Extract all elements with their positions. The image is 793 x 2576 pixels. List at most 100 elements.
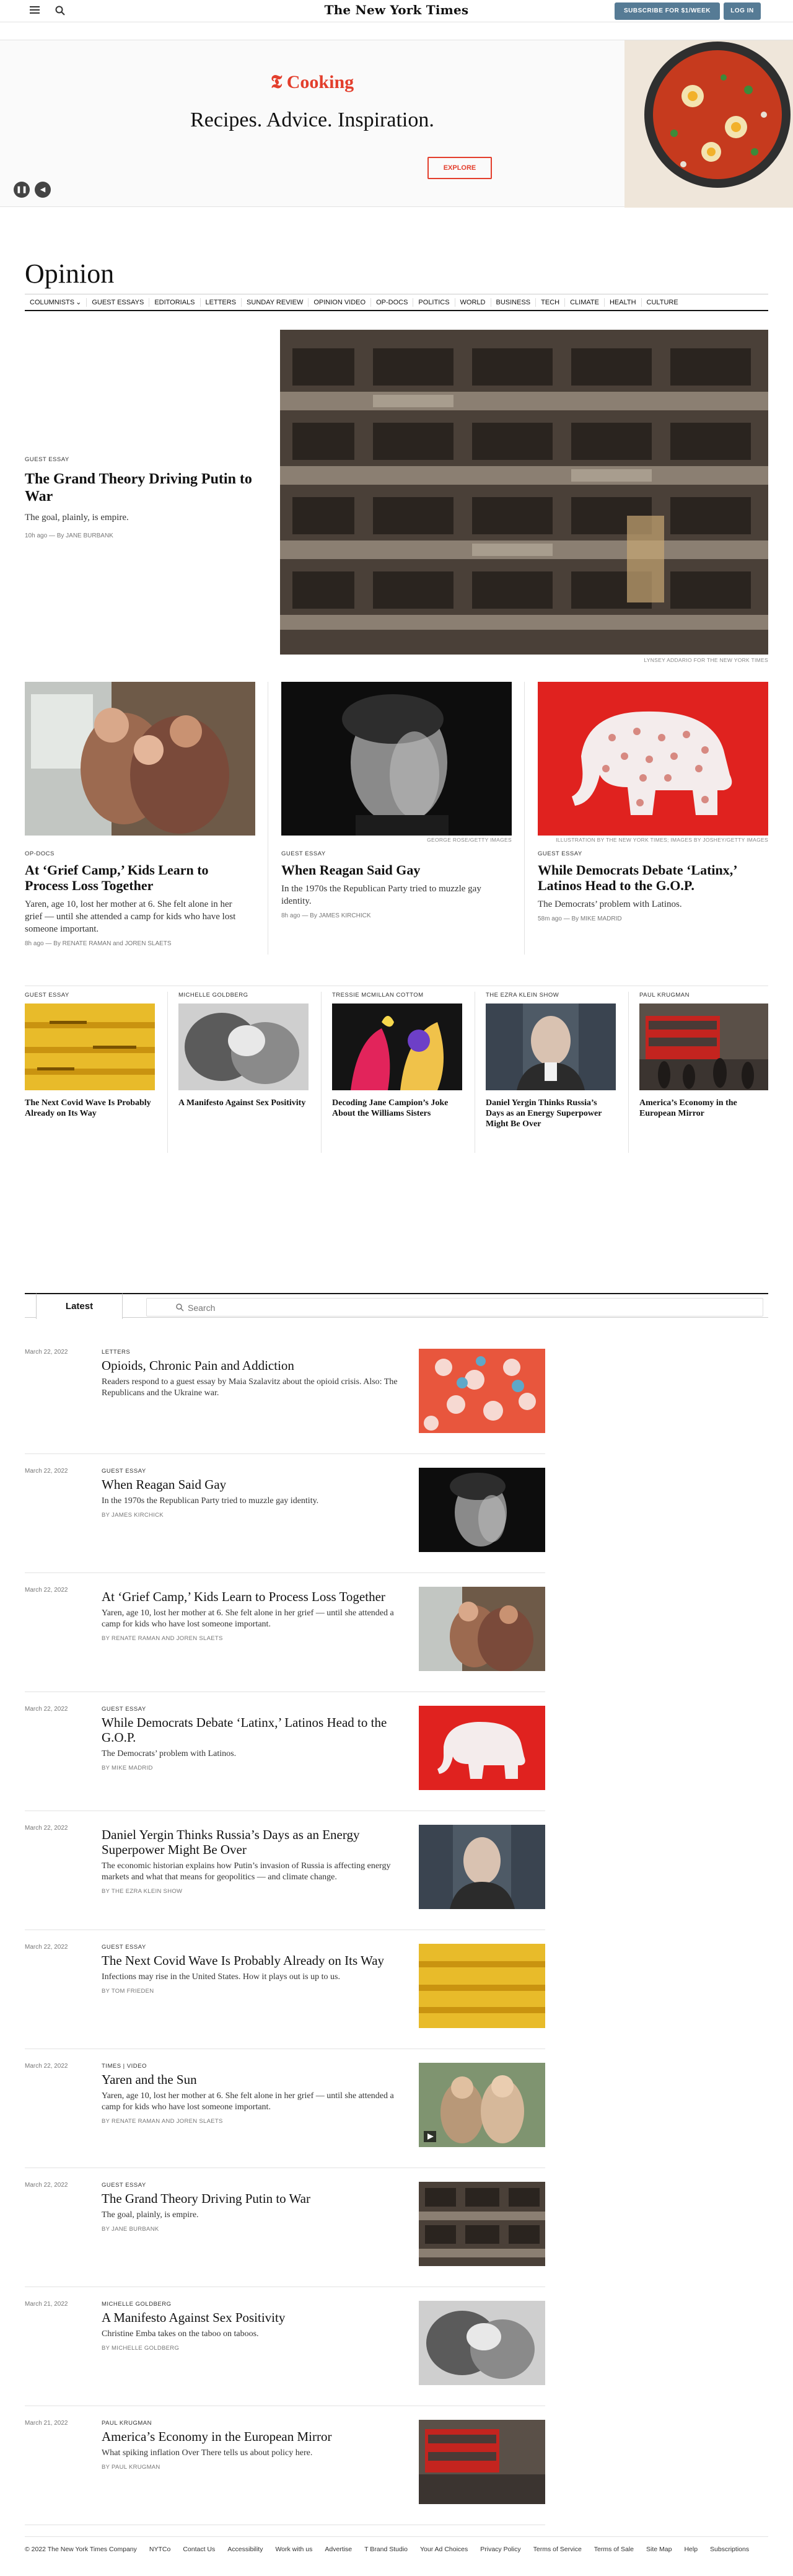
- reagan-thumb[interactable]: [419, 1468, 545, 1552]
- european-mirror-thumb[interactable]: [419, 2420, 545, 2504]
- european-street-image: [639, 1003, 768, 1090]
- latest-list-item[interactable]: March 22, 2022 At ‘Grief Camp,’ Kids Lea…: [25, 1587, 545, 1692]
- lead-image[interactable]: [280, 330, 768, 655]
- story-headline[interactable]: While Democrats Debate ‘Latinx,’ Latinos…: [538, 862, 768, 893]
- opioids-image[interactable]: [419, 1349, 545, 1433]
- footer-link[interactable]: Accessibility: [227, 2546, 263, 2553]
- story-headline[interactable]: At ‘Grief Camp,’ Kids Learn to Process L…: [25, 862, 255, 893]
- covid-thumb[interactable]: [419, 1944, 545, 2028]
- item-headline[interactable]: America’s Economy in the European Mirror: [102, 2429, 411, 2444]
- latest-list-item[interactable]: March 22, 2022 GUEST ESSAY While Democra…: [25, 1706, 545, 1811]
- subnav-item[interactable]: POLITICS: [413, 298, 455, 307]
- yaren-video-thumb[interactable]: [419, 2063, 545, 2147]
- subnav-item[interactable]: HEALTH: [605, 298, 642, 307]
- footer-link[interactable]: Contact Us: [183, 2546, 215, 2553]
- pause-icon[interactable]: ❚❚: [14, 182, 30, 198]
- subnav-item[interactable]: EDITORIALS: [149, 298, 201, 307]
- column-divider: [321, 992, 322, 1153]
- footer-link[interactable]: Help: [684, 2546, 698, 2553]
- latest-list-item[interactable]: March 22, 2022 GUEST ESSAY When Reagan S…: [25, 1468, 545, 1573]
- subnav-item[interactable]: GUEST ESSAYS: [87, 298, 150, 307]
- column-story-3[interactable]: TRESSIE McMILLAN COTTOM Decoding Jane Ca…: [332, 992, 462, 1119]
- latest-search-input[interactable]: [188, 1301, 497, 1315]
- item-headline[interactable]: Opioids, Chronic Pain and Addiction: [102, 1358, 411, 1373]
- item-headline[interactable]: The Next Covid Wave Is Probably Already …: [102, 1953, 411, 1968]
- column-headline[interactable]: The Next Covid Wave Is Probably Already …: [25, 1098, 155, 1119]
- footer-link[interactable]: Privacy Policy: [480, 2546, 520, 2553]
- campion-illustration: [332, 1003, 462, 1090]
- item-headline[interactable]: At ‘Grief Camp,’ Kids Learn to Process L…: [102, 1589, 411, 1604]
- subnav-item[interactable]: OPINION VIDEO: [309, 298, 372, 307]
- gop-elephant-image[interactable]: [538, 682, 768, 836]
- column-headline[interactable]: A Manifesto Against Sex Positivity: [178, 1098, 309, 1108]
- column-story-2[interactable]: MICHELLE GOLDBERG A Manifesto Against Se…: [178, 992, 309, 1108]
- latest-list-item[interactable]: March 22, 2022 LETTERS Opioids, Chronic …: [25, 1349, 545, 1454]
- elephant-thumb[interactable]: [419, 1706, 545, 1790]
- lead-story-text[interactable]: GUEST ESSAY The Grand Theory Driving Put…: [25, 456, 260, 539]
- cooking-ad[interactable]: 𝕿 Cooking Recipes. Advice. Inspiration. …: [0, 40, 793, 208]
- footer-link[interactable]: Your Ad Choices: [420, 2546, 468, 2553]
- grief-camp-image[interactable]: [25, 682, 255, 836]
- item-headline[interactable]: The Grand Theory Driving Putin to War: [102, 2191, 411, 2206]
- item-byline: By RENATE RAMAN and JOREN SLAETS: [102, 1635, 223, 1642]
- subnav-item-columnists[interactable]: COLUMNISTS: [25, 298, 79, 307]
- subnav-item[interactable]: SUNDAY REVIEW: [242, 298, 309, 307]
- subnav-item[interactable]: CULTURE: [642, 298, 683, 307]
- subnav-item[interactable]: WORLD: [455, 298, 491, 307]
- sex-positivity-image: [178, 1003, 309, 1090]
- subnav-item[interactable]: LETTERS: [201, 298, 242, 307]
- footer-link[interactable]: Terms of Sale: [594, 2546, 634, 2553]
- story-headline[interactable]: When Reagan Said Gay: [281, 862, 512, 878]
- subnav-item[interactable]: CLIMATE: [565, 298, 605, 307]
- tab-latest[interactable]: Latest: [36, 1293, 123, 1319]
- footer-link[interactable]: Advertise: [325, 2546, 352, 2553]
- column-story-1[interactable]: GUEST ESSAY The Next Covid Wave Is Proba…: [25, 992, 155, 1119]
- latest-list-item[interactable]: March 22, 2022 GUEST ESSAY The Grand The…: [25, 2182, 545, 2287]
- mute-icon[interactable]: ◀: [35, 182, 51, 198]
- footer-link[interactable]: T Brand Studio: [364, 2546, 408, 2553]
- column-story-4[interactable]: THE EZRA KLEIN SHOW Daniel Yergin Thinks…: [486, 992, 616, 1129]
- sex-positivity-thumb[interactable]: [419, 2301, 545, 2385]
- ad-explore-button[interactable]: EXPLORE: [427, 157, 492, 179]
- secondary-story-2[interactable]: GUEST ESSAY When Reagan Said Gay In the …: [281, 850, 512, 919]
- latest-list-item[interactable]: March 22, 2022 Daniel Yergin Thinks Russ…: [25, 1825, 545, 1930]
- secondary-story-3[interactable]: GUEST ESSAY While Democrats Debate ‘Lati…: [538, 850, 768, 922]
- item-kicker: GUEST ESSAY: [102, 1706, 146, 1713]
- footer-link[interactable]: Work with us: [275, 2546, 312, 2553]
- item-summary: The goal, plainly, is empire.: [102, 2210, 199, 2220]
- reagan-image[interactable]: [281, 682, 512, 836]
- latest-list-item[interactable]: March 22, 2022 GUEST ESSAY The Next Covi…: [25, 1944, 545, 2049]
- latest-list-item[interactable]: March 22, 2022 Times | VIDEO Yaren and t…: [25, 2063, 545, 2168]
- latest-list-item[interactable]: March 21, 2022 PAUL KRUGMAN America’s Ec…: [25, 2420, 545, 2525]
- subnav-item[interactable]: BUSINESS: [491, 298, 537, 307]
- item-headline[interactable]: When Reagan Said Gay: [102, 1477, 411, 1492]
- yergin-thumb[interactable]: [419, 1825, 545, 1909]
- item-headline[interactable]: While Democrats Debate ‘Latinx,’ Latinos…: [102, 1715, 411, 1745]
- subnav-item[interactable]: OP-DOCS: [371, 298, 414, 307]
- footer-link[interactable]: NYTCo: [149, 2546, 170, 2553]
- login-button[interactable]: LOG IN: [724, 2, 761, 20]
- column-kicker: THE EZRA KLEIN SHOW: [486, 992, 559, 999]
- item-headline[interactable]: Yaren and the Sun: [102, 2072, 411, 2087]
- footer-link[interactable]: Terms of Service: [533, 2546, 582, 2553]
- column-headline[interactable]: Decoding Jane Campion’s Joke About the W…: [332, 1098, 462, 1119]
- subnav-item[interactable]: TECH: [536, 298, 566, 307]
- chevron-down-icon[interactable]: ⌄: [74, 298, 87, 307]
- footer-link[interactable]: Subscriptions: [710, 2546, 749, 2553]
- subscribe-button[interactable]: SUBSCRIBE FOR $1/WEEK: [615, 2, 720, 20]
- item-headline[interactable]: A Manifesto Against Sex Positivity: [102, 2310, 411, 2325]
- putin-thumb[interactable]: [419, 2182, 545, 2266]
- latest-list-item[interactable]: March 21, 2022 MICHELLE GOLDBERG A Manif…: [25, 2301, 545, 2406]
- footer-link[interactable]: Site Map: [646, 2546, 672, 2553]
- latest-search-box[interactable]: [146, 1298, 763, 1317]
- secondary-story-1[interactable]: OP-DOCS At ‘Grief Camp,’ Kids Learn to P…: [25, 850, 255, 947]
- item-kicker: MICHELLE GOLDBERG: [102, 2301, 172, 2308]
- column-story-5[interactable]: PAUL KRUGMAN America’s Economy in the Eu…: [639, 992, 768, 1119]
- column-headline[interactable]: Daniel Yergin Thinks Russia’s Days as an…: [486, 1098, 616, 1129]
- item-date: March 22, 2022: [25, 1468, 68, 1475]
- item-headline[interactable]: Daniel Yergin Thinks Russia’s Days as an…: [102, 1827, 411, 1857]
- grief-camp-thumb[interactable]: [419, 1587, 545, 1671]
- column-headline[interactable]: America’s Economy in the European Mirror: [639, 1098, 768, 1119]
- lead-headline[interactable]: The Grand Theory Driving Putin to War: [25, 470, 260, 505]
- item-date: March 22, 2022: [25, 1587, 68, 1594]
